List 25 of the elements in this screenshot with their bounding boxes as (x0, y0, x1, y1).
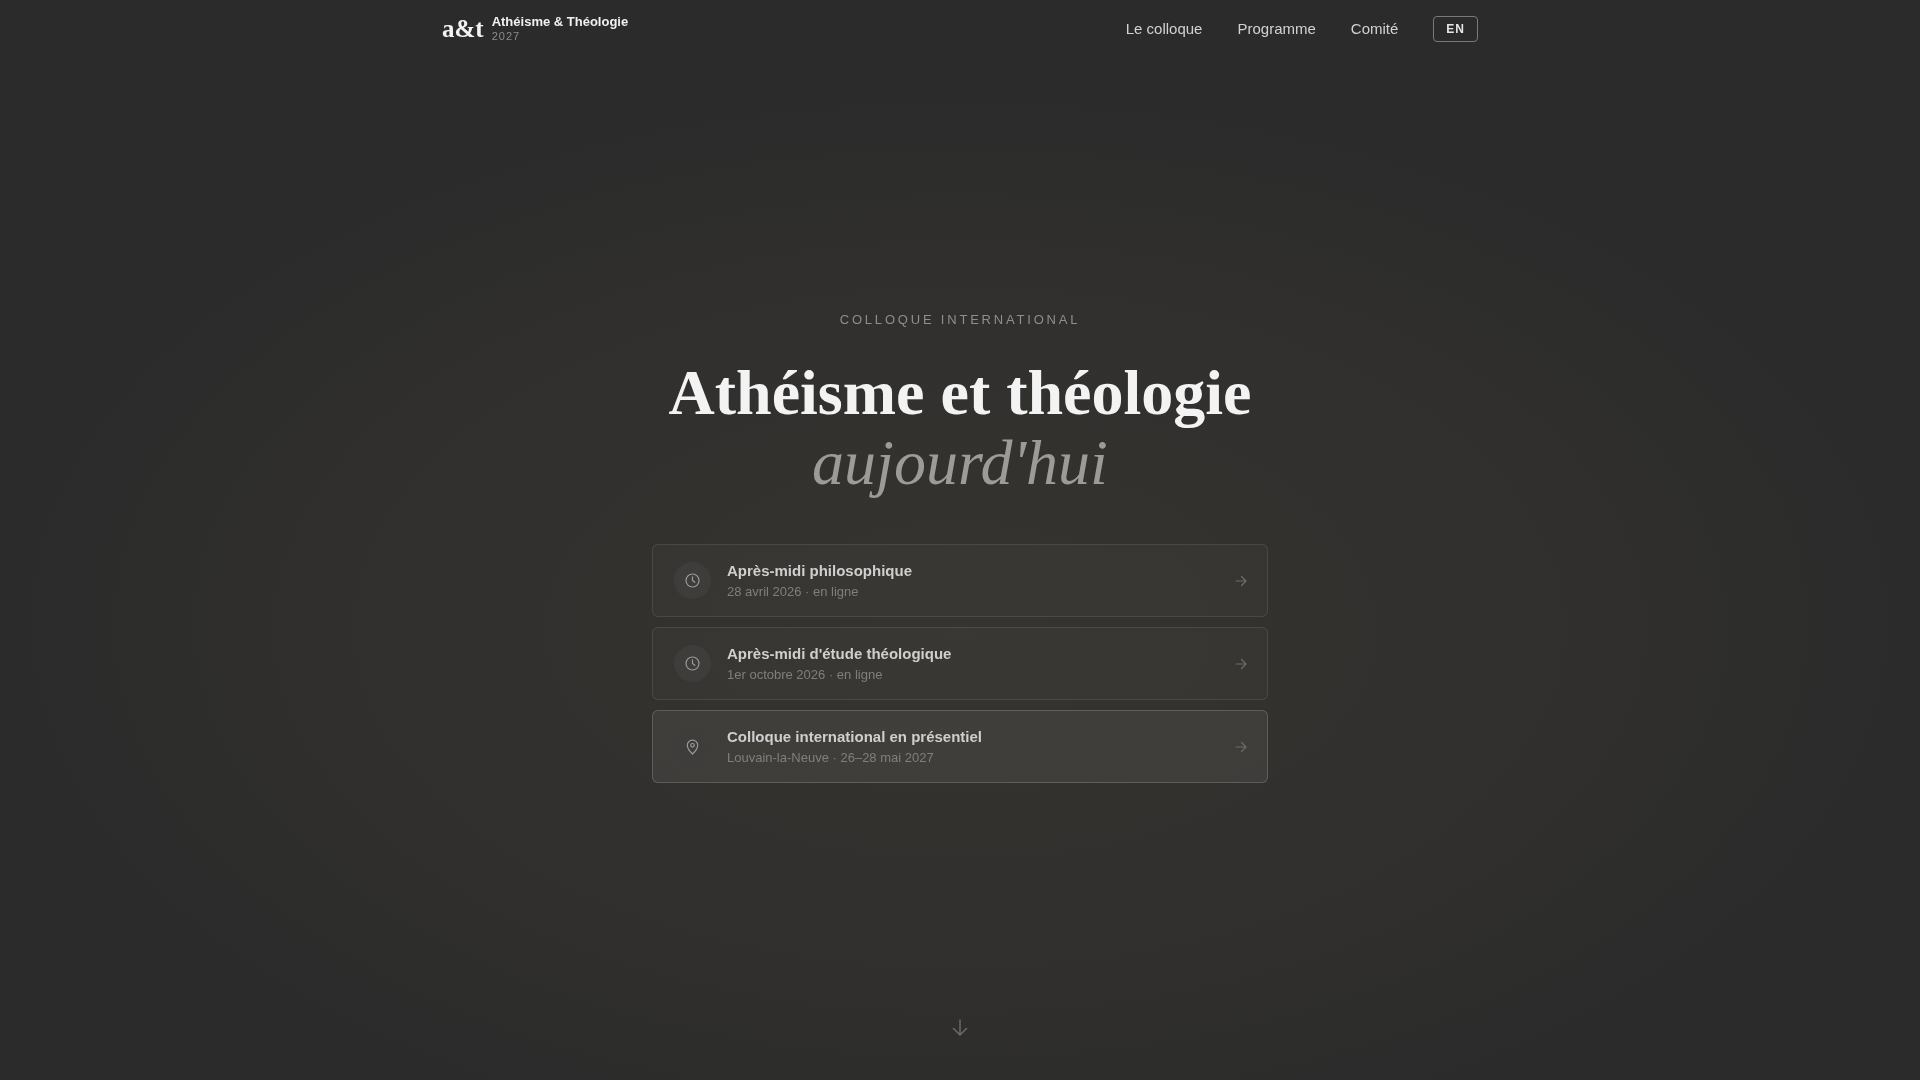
arrow-right-icon (1235, 657, 1247, 670)
hero-subtitle: aujourd'hui (812, 428, 1108, 498)
event-title: Colloque international en présentiel (727, 727, 984, 746)
language-button[interactable]: EN (1433, 16, 1478, 42)
arrow-right-icon (1235, 740, 1247, 753)
event-details: 28 avril 2026 · en ligne (727, 583, 860, 600)
nav-link[interactable]: Programme (1237, 17, 1316, 41)
event-details: Louvain-la-Neuve · 26–28 mai 2027 (727, 749, 935, 766)
clock-icon (674, 562, 711, 599)
brand-year: 2027 (491, 30, 522, 43)
hero-title: Athéisme et théologie (668, 358, 1252, 428)
event-details: 1er octobre 2026 · en ligne (727, 666, 884, 683)
event-title: Après-midi philosophique (727, 561, 913, 580)
nav-link[interactable]: Comité (1350, 17, 1399, 41)
event-card[interactable]: Après-midi d'étude théologique 1er octobre 2026 · en ligne (652, 627, 1268, 700)
event-card[interactable]: Colloque international en présentiel Louvain-la-Neuve · 26–28 mai 2027 (652, 710, 1268, 783)
clock-icon (674, 645, 711, 682)
arrow-down-icon[interactable] (952, 1019, 968, 1036)
event-card[interactable]: Après-midi philosophique 28 avril 2026 · en ligne (652, 544, 1268, 617)
arrow-right-icon (1235, 574, 1247, 587)
brand-logo: a&t (442, 16, 484, 42)
nav-link[interactable]: Le colloque (1125, 17, 1203, 41)
eyebrow-text: COLLOQUE INTERNATIONAL (839, 312, 1081, 328)
event-title: Après-midi d'étude théologique (727, 644, 953, 663)
brand-title: Athéisme & Théologie (491, 15, 629, 31)
